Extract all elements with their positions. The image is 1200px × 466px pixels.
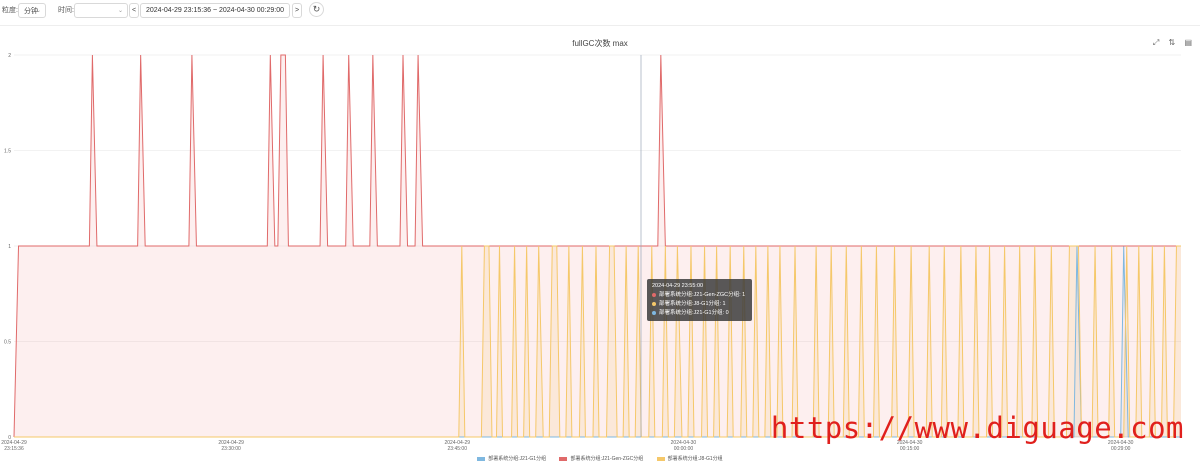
legend-item-j21-g1[interactable]: 部署系统分组:J21-G1分组 <box>477 455 546 462</box>
legend-label: 部署系统分组:J8-G1分组 <box>667 456 723 462</box>
x-tick-label: 23:30:00 <box>221 446 241 452</box>
legend-item-j21-gen-zgc[interactable]: 部署系统分组:J21-Gen-ZGC分组 <box>559 455 643 462</box>
x-tick-label: 23:15:36 <box>4 446 24 452</box>
tooltip-time: 2024-04-29 23:55:00 <box>652 283 704 289</box>
x-tick-label: 00:29:00 <box>1111 446 1131 452</box>
tooltip-row: 部署系统分组:J21-Gen-ZGC分组: 1 <box>652 291 747 300</box>
y-tick-label: 1.5 <box>4 149 11 155</box>
tooltip-row-text: 部署系统分组:J21-G1分组: 0 <box>659 310 729 316</box>
chart-plot[interactable]: 00.511.522024-04-2923:15:362024-04-2923:… <box>0 0 1200 466</box>
legend-swatch <box>559 456 568 461</box>
tooltip-row: 部署系统分组:J21-G1分组: 0 <box>652 309 747 318</box>
chart-legend: 部署系统分组:J21-G1分组 部署系统分组:J21-Gen-ZGC分组 部署系… <box>0 455 1200 462</box>
y-tick-label: 2 <box>8 53 11 59</box>
chart-tooltip: 2024-04-29 23:55:00 部署系统分组:J21-Gen-ZGC分组… <box>647 279 752 321</box>
x-tick-label: 00:15:00 <box>900 446 920 452</box>
legend-label: 部署系统分组:J21-G1分组 <box>488 456 547 462</box>
legend-item-j8-g1[interactable]: 部署系统分组:J8-G1分组 <box>656 455 723 462</box>
watermark-url: https://www.diguage.com <box>770 411 1184 445</box>
x-tick-label: 00:00:00 <box>674 446 694 452</box>
series-dot <box>652 301 656 306</box>
legend-swatch <box>656 456 665 461</box>
tooltip-row-text: 部署系统分组:J21-Gen-ZGC分组: 1 <box>659 292 746 298</box>
y-tick-label: 1 <box>8 244 11 250</box>
tooltip-row: 部署系统分组:J8-G1分组: 1 <box>652 300 747 309</box>
legend-label: 部署系统分组:J21-Gen-ZGC分组 <box>570 456 644 462</box>
series-dot <box>652 292 656 297</box>
legend-swatch <box>477 456 486 461</box>
x-tick-label: 23:45:00 <box>448 446 468 452</box>
series-dot <box>652 310 656 315</box>
y-tick-label: 0.5 <box>4 340 11 346</box>
tooltip-row-text: 部署系统分组:J8-G1分组: 1 <box>659 301 726 307</box>
